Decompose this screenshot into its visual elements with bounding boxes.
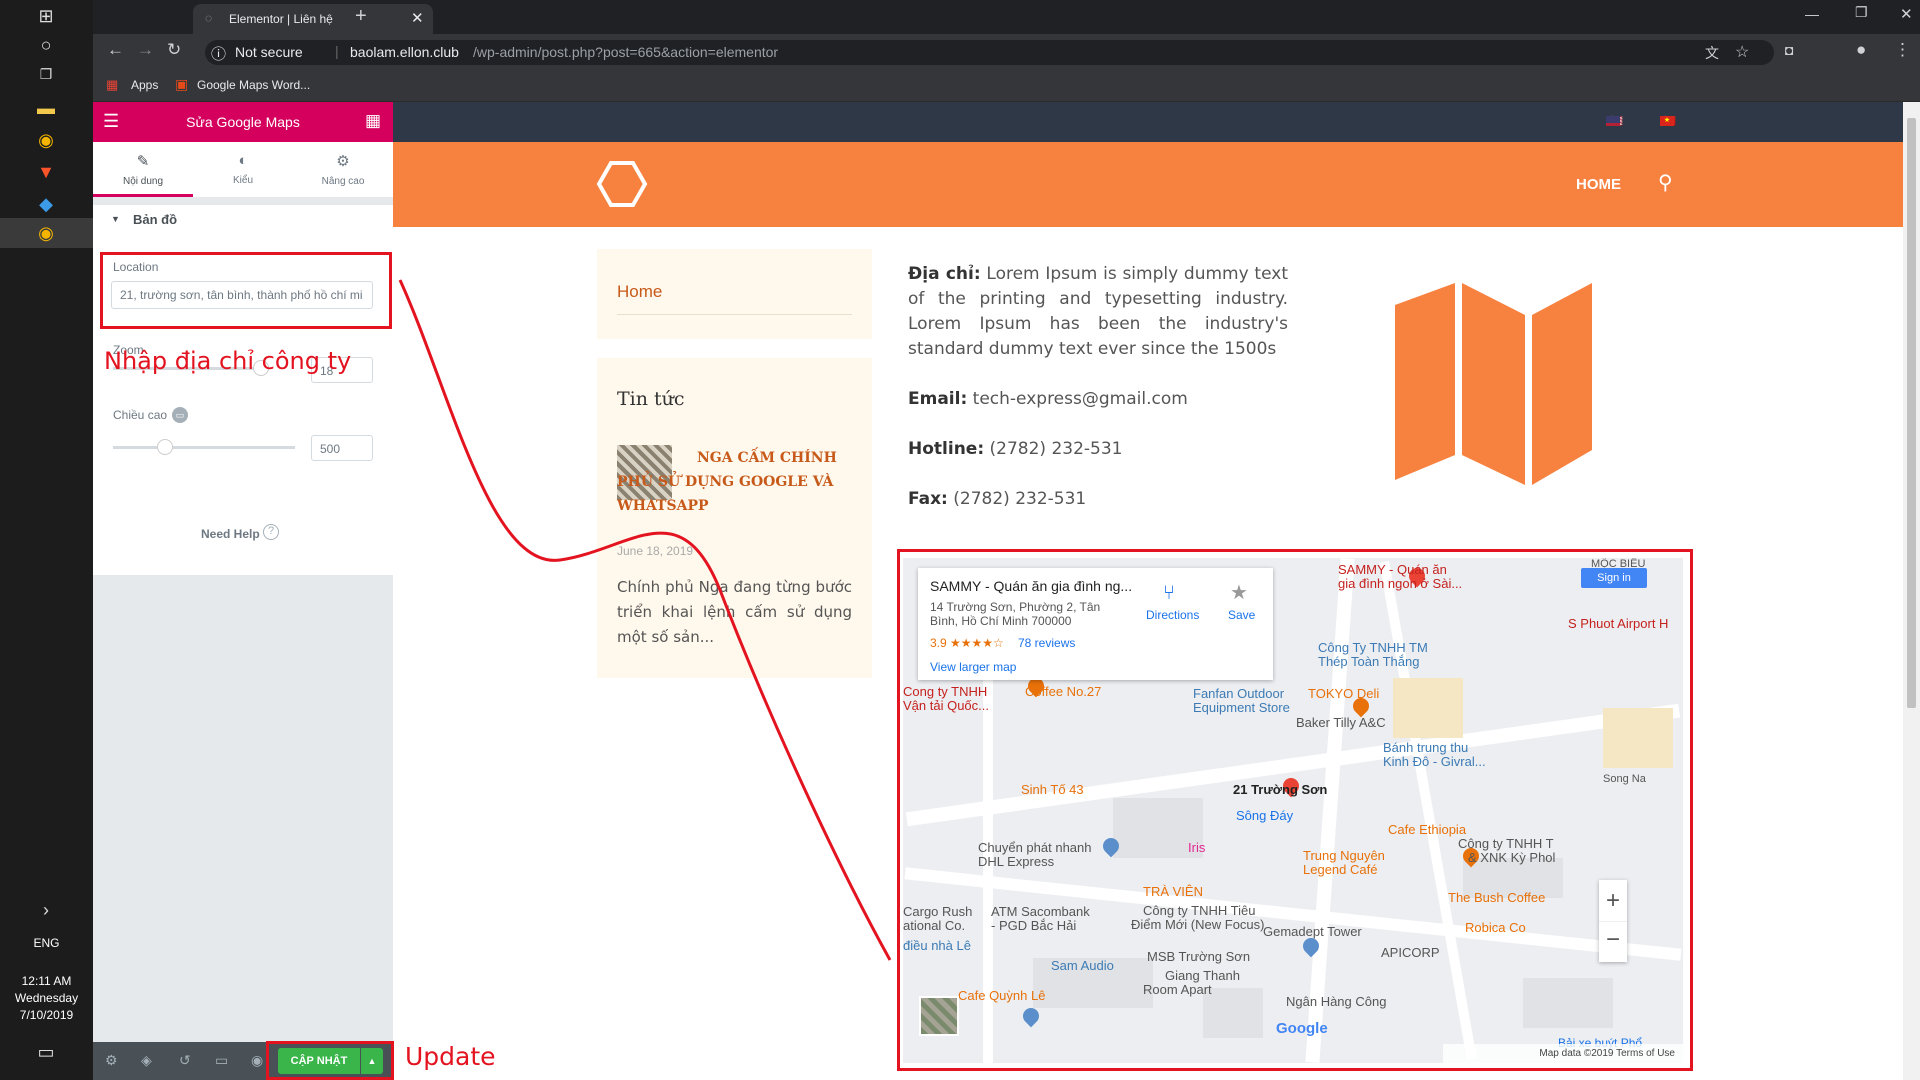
clock-day: Wednesday	[14, 991, 79, 1005]
vscode-icon[interactable]: ◆	[34, 192, 58, 216]
tab-advanced-label: Nâng cao	[321, 176, 365, 187]
scrollbar-thumb[interactable]	[1907, 118, 1916, 708]
bookmarks-bar: ▦ Apps ▣ Google Maps Word...	[93, 70, 1920, 102]
hotline-value: (2782) 232-531	[989, 439, 1123, 459]
windows-taskbar: ⊞ ○ ❐ ▬ ◉ ▼ ◆ ◉ › ENG 12:11 AM Wednesday…	[0, 0, 93, 1080]
url-path: /wp-admin/post.php?post=665&action=eleme…	[473, 44, 779, 60]
annotation-box-location	[100, 252, 392, 329]
close-tab-icon[interactable]: ✕	[411, 9, 424, 27]
tab-advanced[interactable]: ⚙ Nâng cao	[293, 142, 393, 197]
flag-vn-shape: ★	[1660, 116, 1674, 126]
fax-label: Fax:	[908, 489, 948, 509]
info-icon[interactable]: ⓘ	[211, 43, 226, 64]
gear-icon: ⚙	[336, 153, 350, 170]
forward-icon[interactable]: →	[137, 40, 154, 60]
clock-date: 7/10/2019	[19, 1008, 74, 1022]
address-block: Địa chỉ: Lorem Ipsum is simply dummy tex…	[908, 262, 1288, 362]
responsive-mode-icon[interactable]: ▭	[215, 1052, 228, 1069]
address-label: Địa chỉ:	[908, 264, 981, 284]
language-indicator[interactable]: ENG	[0, 935, 93, 952]
fax-line: Fax: (2782) 232-531	[908, 487, 1086, 512]
site-header: HOME ⚲	[393, 142, 1903, 227]
panel-header: ☰ Sửa Google Maps ▦	[93, 102, 393, 142]
height-slider-handle[interactable]	[157, 439, 173, 455]
back-icon[interactable]: ←	[107, 40, 124, 60]
widgets-grid-icon[interactable]: ▦	[365, 111, 381, 131]
url-divider: |	[335, 43, 339, 59]
history-icon[interactable]: ↺	[179, 1052, 191, 1069]
hotline-label: Hotline:	[908, 439, 985, 459]
folded-map-icon	[1395, 283, 1592, 485]
panel-tabs: ✎ Nội dung ◐ Kiểu ⚙ Nâng cao	[93, 142, 393, 197]
bookmark-google-maps[interactable]: Google Maps Word...	[197, 78, 310, 92]
annotation-box-update	[266, 1041, 394, 1080]
task-view-icon[interactable]: ❐	[34, 62, 58, 86]
bookmark-favicon-icon: ▣	[175, 76, 189, 92]
address-bar[interactable]: ⓘ Not secure | baolam.ellon.club /wp-adm…	[205, 40, 1774, 65]
brave-icon[interactable]: ▼	[34, 160, 58, 184]
bookmark-apps[interactable]: Apps	[131, 78, 158, 92]
site-top-strip: 🇺🇸 🇻🇳 ★	[393, 102, 1903, 142]
height-slider-track[interactable]	[113, 446, 295, 449]
menu-dots-icon[interactable]: ⋮	[1894, 40, 1911, 60]
caret-down-icon[interactable]: ▼	[111, 214, 120, 224]
preview-eye-icon[interactable]: ◉	[251, 1052, 263, 1069]
responsive-icon[interactable]: ▭	[172, 407, 188, 423]
chrome-icon[interactable]: ◉	[34, 128, 58, 152]
browser-tab-bar: ◌ Elementor | Liên hệ ✕ + — ❐ ✕	[93, 0, 1920, 34]
security-label: Not secure	[235, 44, 303, 60]
bookmark-star-icon[interactable]: ☆	[1735, 42, 1749, 62]
camera-extension-icon[interactable]: ◘	[1785, 42, 1793, 58]
flag-en-shape	[1606, 116, 1620, 126]
search-icon[interactable]: ⚲	[1658, 170, 1673, 195]
elementor-panel: ☰ Sửa Google Maps ▦ ✎ Nội dung ◐ Kiểu ⚙ …	[93, 102, 407, 1080]
tab-content[interactable]: ✎ Nội dung	[93, 142, 193, 197]
tab-title: Elementor | Liên hệ	[229, 12, 333, 26]
annotation-update-note: Update	[405, 1042, 496, 1071]
file-explorer-icon[interactable]: ▬	[34, 96, 58, 120]
annotation-arrow-curve	[398, 279, 892, 961]
chevron-right-icon[interactable]: ›	[34, 898, 58, 922]
apps-grid-icon[interactable]: ▦	[106, 77, 118, 93]
section-title[interactable]: Bản đồ	[133, 212, 177, 227]
translate-icon[interactable]: 文	[1705, 43, 1719, 63]
nav-home[interactable]: HOME	[1576, 176, 1621, 193]
windows-start-icon[interactable]: ⊞	[34, 4, 58, 28]
tab-style-label: Kiểu	[232, 175, 253, 186]
fax-value: (2782) 232-531	[953, 489, 1087, 509]
panel-title: Sửa Google Maps	[186, 114, 300, 130]
hotline-line: Hotline: (2782) 232-531	[908, 437, 1123, 462]
chrome-canary-icon[interactable]: ◉	[34, 221, 58, 245]
annotation-address-note: Nhập địa chỉ công ty	[104, 347, 352, 375]
navigator-layers-icon[interactable]: ◈	[141, 1052, 152, 1069]
cortana-icon[interactable]: ○	[34, 33, 58, 57]
minimize-icon[interactable]: —	[1805, 6, 1819, 22]
browser-tab[interactable]: ◌ Elementor | Liên hệ ✕	[193, 4, 433, 34]
favicon-icon: ◌	[205, 11, 213, 25]
tab-style[interactable]: ◐ Kiểu	[193, 142, 293, 197]
email-label: Email:	[908, 389, 968, 409]
window-close-icon[interactable]: ✕	[1900, 5, 1913, 23]
restore-icon[interactable]: ❐	[1855, 4, 1868, 21]
contrast-icon: ◐	[238, 152, 248, 169]
email-line: Email: tech-express@gmail.com	[908, 387, 1188, 412]
settings-icon[interactable]: ⚙	[105, 1052, 118, 1069]
profile-avatar-icon[interactable]: ●	[1856, 40, 1866, 60]
tab-content-label: Nội dung	[122, 176, 164, 187]
need-help-link[interactable]: Need Help	[201, 527, 260, 541]
notification-icon[interactable]: ▭	[34, 1040, 58, 1064]
clock-time: 12:11 AM	[21, 974, 72, 988]
url-host: baolam.ellon.club	[350, 44, 459, 60]
height-label: Chiều cao	[113, 408, 168, 422]
help-icon[interactable]: ?	[263, 524, 279, 540]
site-logo-hexagon-icon[interactable]	[596, 160, 648, 208]
new-tab-icon[interactable]: +	[355, 5, 367, 28]
email-value: tech-express@gmail.com	[972, 389, 1188, 409]
reload-icon[interactable]: ↻	[167, 40, 181, 60]
pencil-icon: ✎	[136, 153, 150, 170]
height-input[interactable]: 500	[311, 435, 373, 461]
annotation-box-map	[897, 549, 1693, 1071]
